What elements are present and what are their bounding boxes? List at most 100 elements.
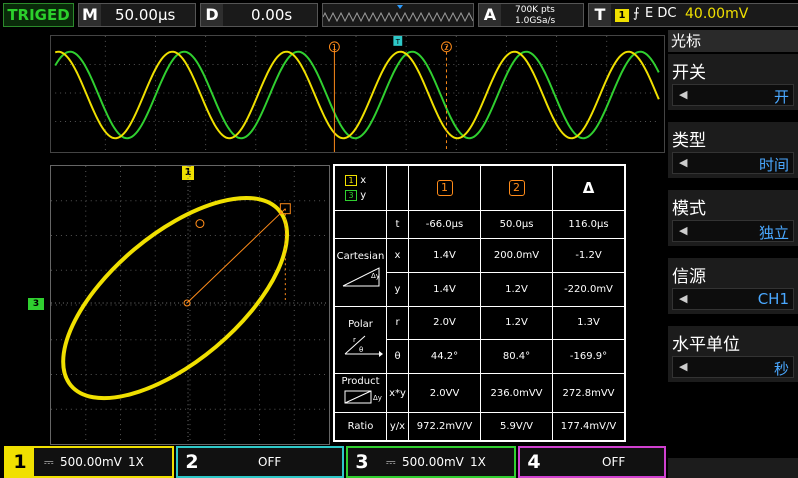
menu-item-mode[interactable]: 模式 ◀ 独立 [668, 188, 798, 246]
cursor-menu: 光标 开关 ◀ 开 类型 ◀ 时间 模式 ◀ 独立 信源 ◀ CH1 水平单位 … [668, 30, 798, 478]
timebase-readout[interactable]: M 50.00μs [78, 3, 196, 27]
svg-text:Δy: Δy [373, 394, 382, 402]
y-c1: 1.4V [408, 271, 481, 307]
mode-value: 独立 [758, 224, 789, 242]
menu-item-label: 水平单位 [672, 335, 740, 355]
xy-c1: 2.0VV [408, 373, 481, 414]
svg-text:Δy: Δy [371, 272, 380, 280]
polar-cell: Polar rθ [334, 305, 387, 375]
memory-overview-waveform [322, 5, 474, 23]
menu-item-label: 开关 [672, 63, 706, 83]
yx-delta: 177.4mV/V [552, 412, 625, 441]
y-c2: 1.2V [480, 271, 553, 307]
y-axis-label: y [360, 190, 367, 202]
channel-1-number: 1 [6, 448, 34, 476]
status-bar: TRIGED M 50.00μs D 0.00s A 700K pts 1.0G… [0, 0, 798, 30]
polar-icon: rθ [344, 335, 383, 357]
timebase-key: M [79, 4, 101, 26]
r-delta: 1.3V [552, 305, 625, 341]
acquire-key: A [479, 4, 501, 26]
polar-label: Polar [348, 318, 373, 330]
channel-1-scale: 500.00mV [60, 455, 122, 469]
theta-delta: -169.9° [552, 339, 625, 375]
xy-c2: 236.0mVV [480, 373, 553, 414]
row-y-label: y [386, 271, 409, 307]
menu-item-label: 类型 [672, 131, 706, 151]
channel-1-coupling-icon: ⎓ [44, 455, 54, 469]
delay-value: 0.00s [251, 6, 293, 24]
channel-1-tab[interactable]: 1 ⎓ 500.00mV 1X [4, 446, 174, 478]
trigger-slope-icon: ⨍ [633, 6, 640, 21]
y-delta: -220.0mV [552, 271, 625, 307]
theta-c1: 44.2° [408, 339, 481, 375]
row-xy-label: x*y [386, 373, 409, 414]
menu-item-source[interactable]: 信源 ◀ CH1 [668, 256, 798, 314]
svg-text:Δx: Δx [359, 289, 368, 290]
cursor-measurement-table: 1 x 3 y 1 2 Δ t -66.0μs 50.0μs 116.0μs C… [333, 164, 626, 442]
delay-readout[interactable]: D 0.00s [200, 3, 318, 27]
trigger-key: T [589, 4, 611, 26]
type-value: 时间 [758, 156, 789, 174]
timebase-value: 50.00μs [115, 6, 176, 24]
left-arrow-icon: ◀ [679, 224, 688, 237]
r-c2: 1.2V [480, 305, 553, 341]
acquire-readout[interactable]: A 700K pts 1.0GSa/s [478, 3, 584, 27]
channel-4-tab[interactable]: 4 OFF [518, 446, 666, 478]
yx-c1: 972.2mV/V [408, 412, 481, 441]
horizontal-unit-selector[interactable]: ◀ 秒 [672, 356, 794, 378]
waveform-strip[interactable]: 1 2 T [50, 35, 665, 153]
memory-overview [322, 3, 474, 27]
x-c1: 1.4V [408, 237, 481, 273]
cursor-2-label: 2 [444, 43, 449, 52]
channel-3-number: 3 [355, 451, 369, 473]
channel-2-tab[interactable]: 2 OFF [176, 446, 344, 478]
col-cursor-2: 2 [508, 180, 525, 197]
switch-selector[interactable]: ◀ 开 [672, 84, 794, 106]
theta-c2: 80.4° [480, 339, 553, 375]
left-arrow-icon: ◀ [679, 360, 688, 373]
product-icon: Δy [344, 390, 382, 404]
cursor-vector [186, 208, 286, 304]
channel-3-tab[interactable]: 3 ⎓ 500.00mV 1X [346, 446, 516, 478]
lissajous-trace [61, 195, 290, 401]
menu-title: 光标 [668, 30, 798, 52]
channel-3-probe: 1X [470, 455, 486, 469]
source-selector[interactable]: ◀ CH1 [672, 288, 794, 310]
row-theta-label: θ [386, 339, 409, 375]
type-selector[interactable]: ◀ 时间 [672, 152, 794, 174]
trigger-status-badge: TRIGED [3, 3, 74, 27]
xy-display[interactable] [50, 165, 330, 445]
left-arrow-icon: ◀ [679, 88, 688, 101]
x-c2: 200.0mV [480, 237, 553, 273]
col-cursor-1: 1 [436, 180, 453, 197]
channel-4-number: 4 [527, 451, 541, 473]
ch3-offset-marker[interactable]: 3 [28, 298, 44, 310]
channel-1-probe: 1X [128, 455, 144, 469]
x-axis-label: x [360, 175, 367, 187]
horizontal-unit-value: 秒 [773, 360, 789, 378]
row-t-label: t [386, 210, 409, 239]
menu-item-label: 模式 [672, 199, 706, 219]
channel-2-number: 2 [185, 451, 199, 473]
memory-depth: 700K pts [515, 5, 555, 15]
menu-item-horizontal-unit[interactable]: 水平单位 ◀ 秒 [668, 324, 798, 382]
row-r-label: r [386, 305, 409, 341]
x-delta: -1.2V [552, 237, 625, 273]
cartesian-cell: Cartesian Δy Δx [334, 237, 387, 307]
svg-text:r: r [353, 336, 356, 344]
r-c1: 2.0V [408, 305, 481, 341]
menu-item-switch[interactable]: 开关 ◀ 开 [668, 52, 798, 110]
menu-item-type[interactable]: 类型 ◀ 时间 [668, 120, 798, 178]
product-cell: Product Δy [334, 373, 387, 414]
trigger-source-badge: 1 [615, 9, 629, 22]
channel-3-scale: 500.00mV [402, 455, 464, 469]
trigger-readout[interactable]: T 1 ⨍ E DC 40.00mV [588, 3, 798, 27]
channel-2-state: OFF [258, 455, 282, 469]
cursor-1-label: 1 [332, 43, 337, 52]
left-arrow-icon: ◀ [679, 292, 688, 305]
trigger-position-label: T [395, 38, 401, 46]
cartesian-icon: Δy Δx [342, 267, 380, 297]
left-arrow-icon: ◀ [679, 156, 688, 169]
row-yx-label: y/x [386, 412, 409, 441]
mode-selector[interactable]: ◀ 独立 [672, 220, 794, 242]
